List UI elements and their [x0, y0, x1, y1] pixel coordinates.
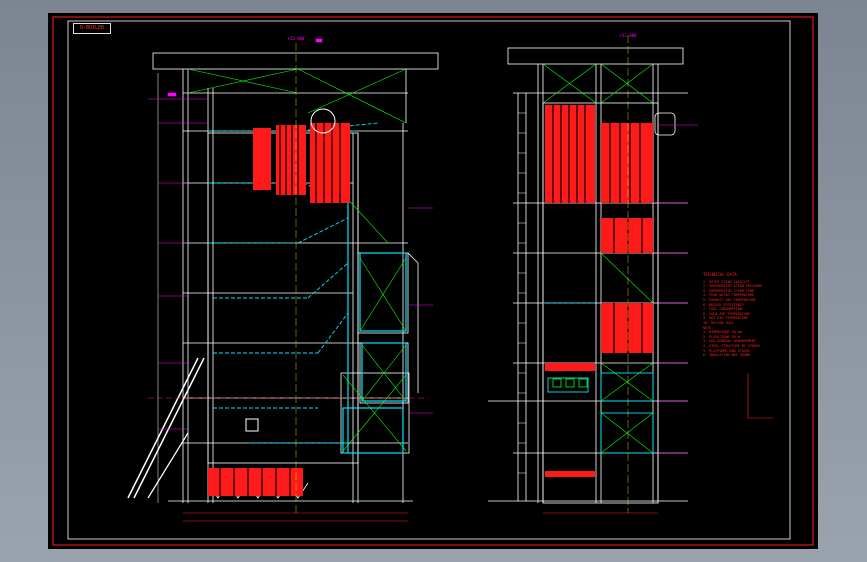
note-line: 6. INSULATION NOT SHOWN: [703, 353, 750, 358]
outer-frame: [52, 16, 814, 546]
drawing-canvas[interactable]: +52.800 +52.800 Q-BOILER TECHNICAL DATA …: [48, 13, 818, 549]
notes-bracket: [747, 373, 773, 419]
burner-port: [245, 418, 259, 432]
ladder-rungs: [518, 112, 526, 474]
title-block: Q-BOILER: [73, 23, 111, 34]
annotations-left: [148, 38, 433, 430]
dimension-left: [148, 43, 428, 522]
elevation-label-left: +52.800: [288, 36, 305, 41]
green-markers: [552, 378, 588, 388]
notes-heading: TECHNICAL DATA: [703, 272, 737, 277]
annotations-right: [658, 124, 698, 454]
technical-notes: TECHNICAL DATA 1. RATED STEAM CAPACITY 2…: [703, 272, 813, 358]
superheater-left: [208, 123, 350, 496]
elevation-label-right: +52.800: [620, 33, 637, 38]
side-elevation-view: [127, 52, 439, 503]
